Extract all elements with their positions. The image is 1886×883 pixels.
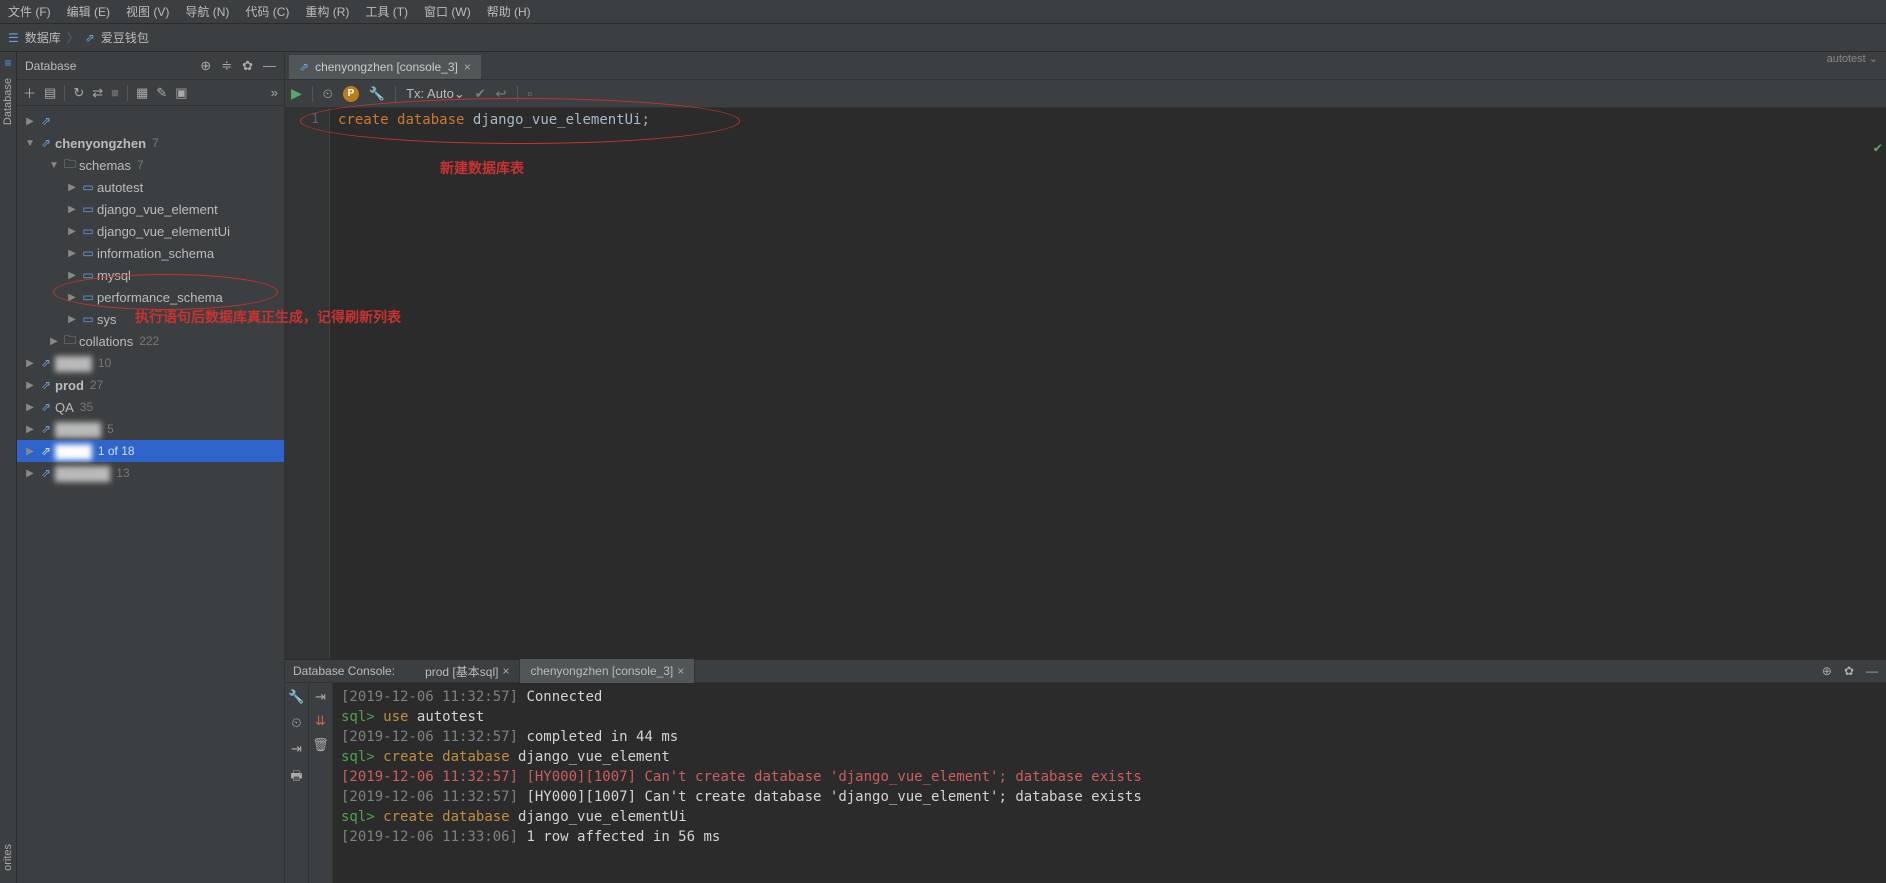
edit-icon[interactable]: ✎ [156, 85, 167, 101]
tree-node-prod[interactable]: ▶⇗prod27 [17, 374, 284, 396]
menu-bar: 文件 (F) 编辑 (E) 视图 (V) 导航 (N) 代码 (C) 重构 (R… [0, 0, 1886, 24]
tree-node-sys[interactable]: ▶▭sys [17, 308, 284, 330]
schema-selector[interactable]: autotest ⌄ [1827, 52, 1878, 65]
scroll-icon[interactable]: ⇊ [315, 713, 326, 729]
editor-toolbar: ▶ ⏲ P 🔧 Tx: Auto ⌄ ✔ ↩ ▫ autotest ⌄ [285, 80, 1886, 108]
minimize-icon[interactable]: — [1866, 664, 1878, 678]
sync-icon[interactable]: ⇄ [92, 85, 103, 101]
tree-node-autotest[interactable]: ▶▭autotest [17, 176, 284, 198]
breadcrumb-sep: 〉 [67, 29, 79, 46]
menu-window[interactable]: 窗口 (W) [424, 3, 471, 20]
console-log[interactable]: [2019-12-06 11:32:57] Connected sql> use… [333, 683, 1886, 883]
favorites-side-tab[interactable]: orites [2, 840, 14, 875]
editor-tabs: ⇗ chenyongzhen [console_3] × [285, 52, 1886, 80]
menu-help[interactable]: 帮助 (H) [487, 3, 531, 20]
editor-code[interactable]: create database django_vue_elementUi; 新建… [330, 108, 1886, 659]
wrench-icon[interactable]: 🔧 [288, 689, 304, 705]
filter-icon[interactable]: ≑ [221, 58, 232, 74]
tree-node[interactable]: ▶⇗█████5 [17, 418, 284, 440]
plan-icon[interactable]: P [343, 86, 359, 102]
code-editor[interactable]: 1 create database django_vue_elementUi; … [285, 108, 1886, 659]
gear-icon[interactable]: ✿ [1844, 664, 1854, 678]
console-label: Database Console: [293, 664, 395, 678]
more-icon[interactable]: » [271, 85, 278, 100]
menu-view[interactable]: 视图 (V) [126, 3, 169, 20]
menu-edit[interactable]: 编辑 (E) [67, 3, 110, 20]
clock-icon[interactable]: ⏲ [291, 715, 301, 731]
status-ok-icon: ✔ [1874, 140, 1882, 156]
tree-node-chenyongzhen[interactable]: ▼⇗chenyongzhen7 [17, 132, 284, 154]
run-icon[interactable]: ▶ [291, 85, 302, 102]
database-panel-header: Database ⊕ ≑ ✿ — [17, 52, 284, 80]
database-side-icon[interactable]: ≡ [4, 56, 11, 70]
console-side-tools-2: ⇥ ⇊ 🗑 [309, 683, 333, 883]
minimize-icon[interactable]: — [263, 58, 276, 74]
tree-node-qa[interactable]: ▶⇗QA35 [17, 396, 284, 418]
stack-icon[interactable]: ▤ [44, 85, 56, 101]
close-icon[interactable]: × [502, 664, 509, 678]
wrap-icon[interactable]: ⇥ [315, 689, 326, 705]
editor-gutter: 1 [285, 108, 330, 659]
tree-node-django-vue-element[interactable]: ▶▭django_vue_element [17, 198, 284, 220]
print-icon[interactable]: 🖶 [290, 767, 302, 789]
tree-node[interactable]: ▶⇗ [17, 110, 284, 132]
tree-node-information-schema[interactable]: ▶▭information_schema [17, 242, 284, 264]
annotation-text-1: 新建数据库表 [440, 158, 524, 178]
breadcrumb-datasource[interactable]: 爱豆钱包 [101, 29, 149, 46]
tree-node-selected[interactable]: ▶⇗████1 of 18 [17, 440, 284, 462]
tree-node-mysql[interactable]: ▶▭mysql [17, 264, 284, 286]
tree-node-django-vue-elementui[interactable]: ▶▭django_vue_elementUi [17, 220, 284, 242]
tree-node[interactable]: ▶⇗████10 [17, 352, 284, 374]
refresh-icon[interactable]: ↻ [73, 85, 84, 101]
tree-node[interactable]: ▶⇗██████13 [17, 462, 284, 484]
tree-node-schemas[interactable]: ▼🗀schemas7 [17, 154, 284, 176]
tree-node-collations[interactable]: ▶🗀collations222 [17, 330, 284, 352]
menu-code[interactable]: 代码 (C) [245, 3, 289, 20]
menu-navigate[interactable]: 导航 (N) [185, 3, 229, 20]
tree-node-performance-schema[interactable]: ▶▭performance_schema [17, 286, 284, 308]
table-icon[interactable]: ▦ [136, 85, 148, 101]
tx-mode[interactable]: Tx: Auto ⌄ [406, 86, 465, 102]
clear-icon[interactable]: 🗑 [312, 737, 329, 753]
console-tab-console3[interactable]: chenyongzhen [console_3]× [520, 659, 695, 683]
menu-refactor[interactable]: 重构 (R) [305, 3, 349, 20]
database-tree: ▶⇗ ▼⇗chenyongzhen7 ▼🗀schemas7 ▶▭autotest… [17, 106, 284, 883]
main-area: ⇗ chenyongzhen [console_3] × ▶ ⏲ P 🔧 Tx:… [285, 52, 1886, 883]
console-tab-prod[interactable]: prod [基本sql]× [415, 659, 520, 683]
left-side-tabs: ≡ Database orites [0, 52, 17, 883]
database-panel: Database ⊕ ≑ ✿ — ＋ ▤ ↻ ⇄ ■ ▦ ✎ ▣ » ▶⇗ ▼⇗… [17, 52, 285, 883]
database-toolbar: ＋ ▤ ↻ ⇄ ■ ▦ ✎ ▣ » [17, 80, 284, 106]
wrap-icon[interactable]: ⇥ [291, 741, 302, 757]
close-icon[interactable]: × [464, 60, 471, 74]
gear-icon[interactable]: ✿ [242, 58, 253, 74]
history-icon[interactable]: ⏲ [323, 86, 333, 102]
wrench-icon[interactable]: 🔧 [369, 86, 385, 102]
close-icon[interactable]: × [677, 664, 684, 678]
database-stack-icon: ☰ [8, 31, 19, 45]
target-icon[interactable]: ⊕ [1822, 664, 1832, 678]
console-side-tools: 🔧 ⏲ ⇥ 🖶 [285, 683, 309, 883]
disabled-icon: ▫ [528, 86, 533, 101]
datasource-icon: ⇗ [85, 31, 95, 45]
editor-tab-console3[interactable]: ⇗ chenyongzhen [console_3] × [289, 55, 482, 79]
console-body: 🔧 ⏲ ⇥ 🖶 ⇥ ⇊ 🗑 [2019-12-06 11:32:57] Conn… [285, 683, 1886, 883]
breadcrumb-database[interactable]: 数据库 [25, 29, 61, 46]
add-icon[interactable]: ＋ [23, 83, 36, 102]
console-header: Database Console: prod [基本sql]× chenyong… [285, 659, 1886, 683]
breadcrumb-bar: ☰ 数据库 〉 ⇗ 爱豆钱包 [0, 24, 1886, 52]
tab-label: chenyongzhen [console_3] [315, 60, 458, 74]
target-icon[interactable]: ⊕ [200, 58, 211, 74]
menu-tools[interactable]: 工具 (T) [365, 3, 408, 20]
ddl-icon[interactable]: ▣ [175, 85, 187, 101]
commit-icon[interactable]: ✔ [475, 86, 486, 102]
stop-icon[interactable]: ■ [111, 85, 119, 100]
menu-file[interactable]: 文件 (F) [8, 3, 51, 20]
database-side-tab[interactable]: Database [2, 74, 14, 129]
database-panel-title: Database [25, 59, 76, 73]
datasource-icon: ⇗ [299, 60, 309, 74]
rollback-icon[interactable]: ↩ [496, 86, 507, 102]
